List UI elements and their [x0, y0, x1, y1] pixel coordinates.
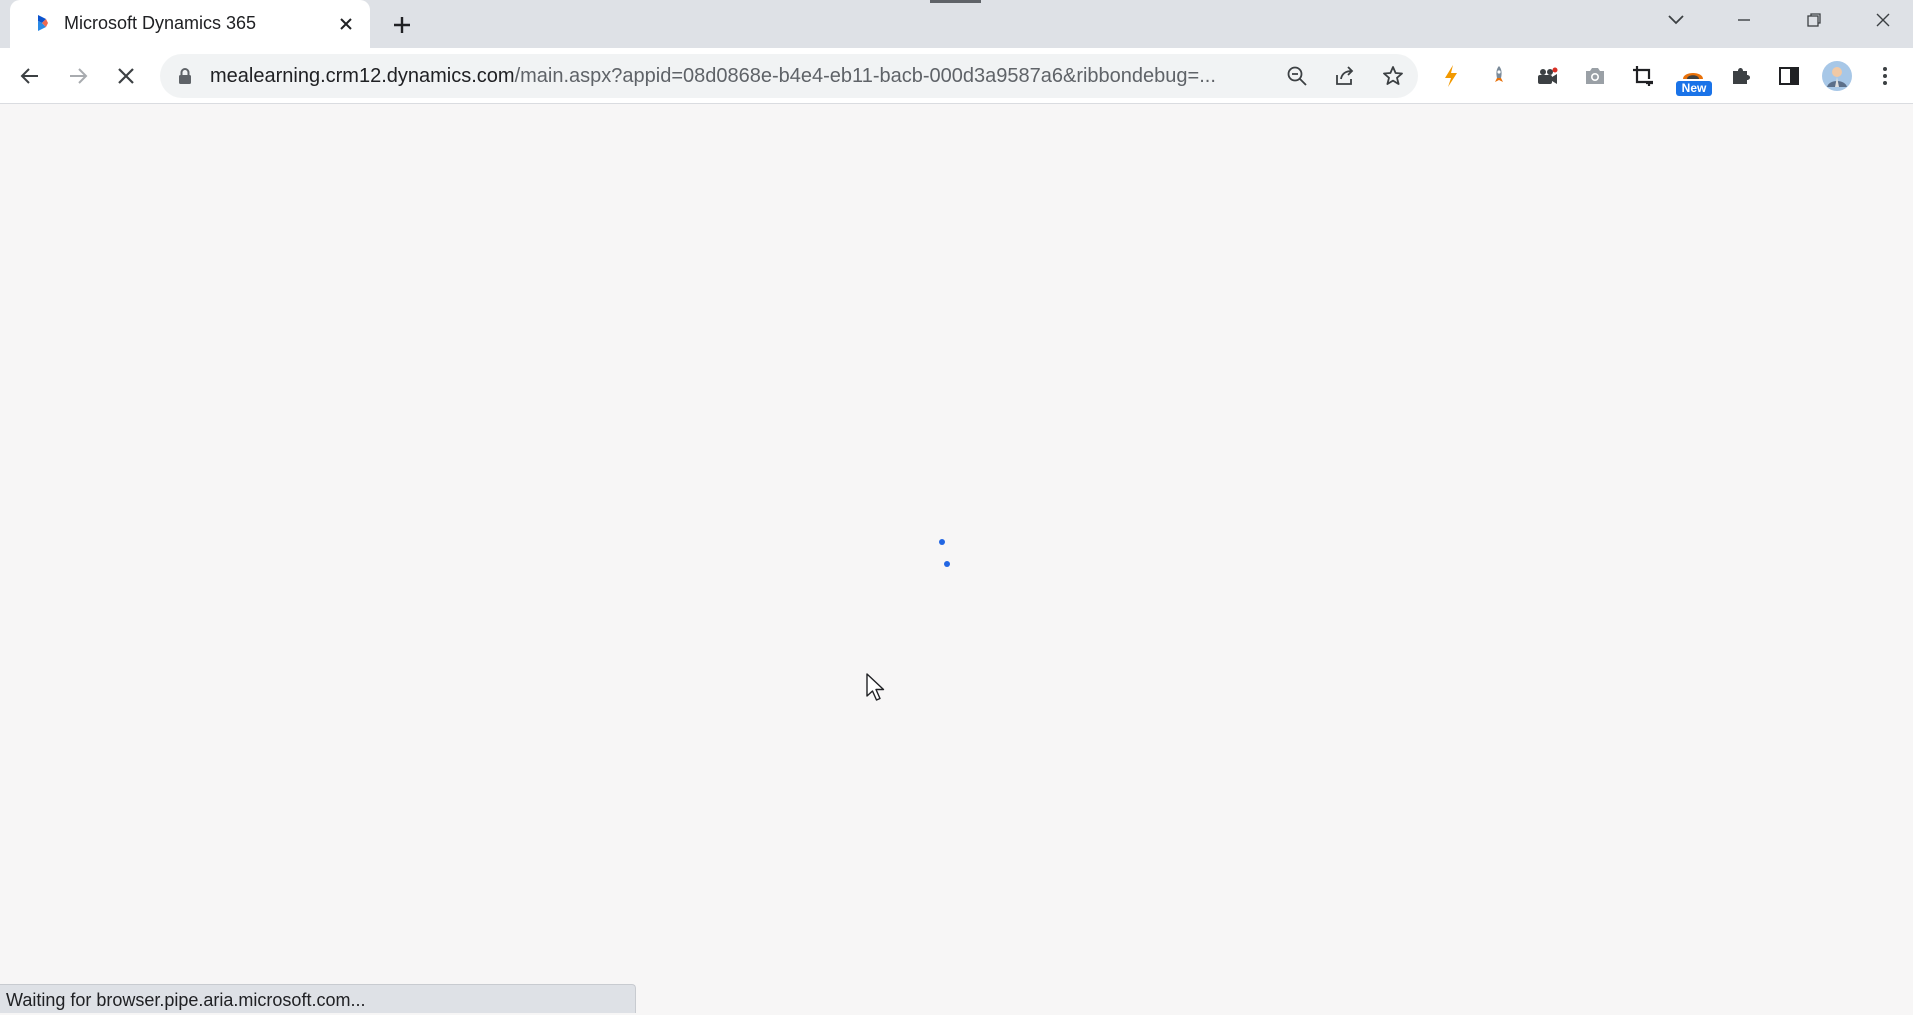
back-arrow-icon[interactable] — [12, 58, 48, 94]
rocket-extension-icon[interactable] — [1481, 58, 1517, 94]
new-tab-icon[interactable] — [386, 9, 418, 41]
lock-icon[interactable] — [178, 67, 192, 90]
zoom-magnifier-icon[interactable] — [1279, 58, 1315, 94]
url-text[interactable]: mealearning.crm12.dynamics.com/main.aspx… — [210, 65, 1430, 88]
tab-search-chevron-icon[interactable] — [1648, 0, 1704, 40]
spinner-dot — [939, 539, 945, 545]
url-host: mealearning.crm12.dynamics.com — [210, 65, 515, 87]
url-path: /main.aspx?appid=08d0868e-b4e4-eb11-bacb… — [514, 65, 1216, 87]
lightning-extension-icon[interactable] — [1433, 58, 1469, 94]
screenshot-camera-icon[interactable] — [1577, 58, 1613, 94]
capture-area-icon[interactable] — [1625, 58, 1661, 94]
tab-microsoft-dynamics[interactable]: Microsoft Dynamics 365 — [10, 0, 370, 48]
tab-strip: Microsoft Dynamics 365 — [0, 0, 1913, 48]
status-bar: Waiting for browser.pipe.aria.microsoft.… — [0, 984, 636, 1013]
spinner-dot — [944, 561, 950, 567]
close-window-icon[interactable] — [1855, 0, 1911, 40]
tab-drag-indicator — [930, 0, 981, 3]
forward-arrow-icon[interactable] — [60, 58, 96, 94]
browser-toolbar: mealearning.crm12.dynamics.com/main.aspx… — [0, 48, 1913, 104]
profile-avatar-icon[interactable] — [1819, 58, 1855, 94]
tab-title: Microsoft Dynamics 365 — [64, 13, 257, 33]
minimize-icon[interactable] — [1716, 0, 1772, 40]
dynamics-logo-icon — [32, 13, 52, 33]
share-icon[interactable] — [1327, 58, 1363, 94]
side-panel-icon[interactable] — [1771, 58, 1807, 94]
extensions-puzzle-icon[interactable] — [1723, 58, 1759, 94]
video-camera-extension-icon[interactable] — [1529, 58, 1565, 94]
new-badge: New — [1676, 81, 1712, 96]
bookmark-star-icon[interactable] — [1375, 58, 1411, 94]
restore-icon[interactable] — [1786, 0, 1842, 40]
menu-kebab-icon[interactable] — [1867, 58, 1903, 94]
page-content — [0, 105, 1913, 1013]
tab-close-icon[interactable] — [334, 12, 358, 36]
stop-loading-icon[interactable] — [108, 58, 144, 94]
address-bar[interactable]: mealearning.crm12.dynamics.com/main.aspx… — [160, 54, 1418, 98]
mouse-cursor-icon — [866, 673, 888, 708]
